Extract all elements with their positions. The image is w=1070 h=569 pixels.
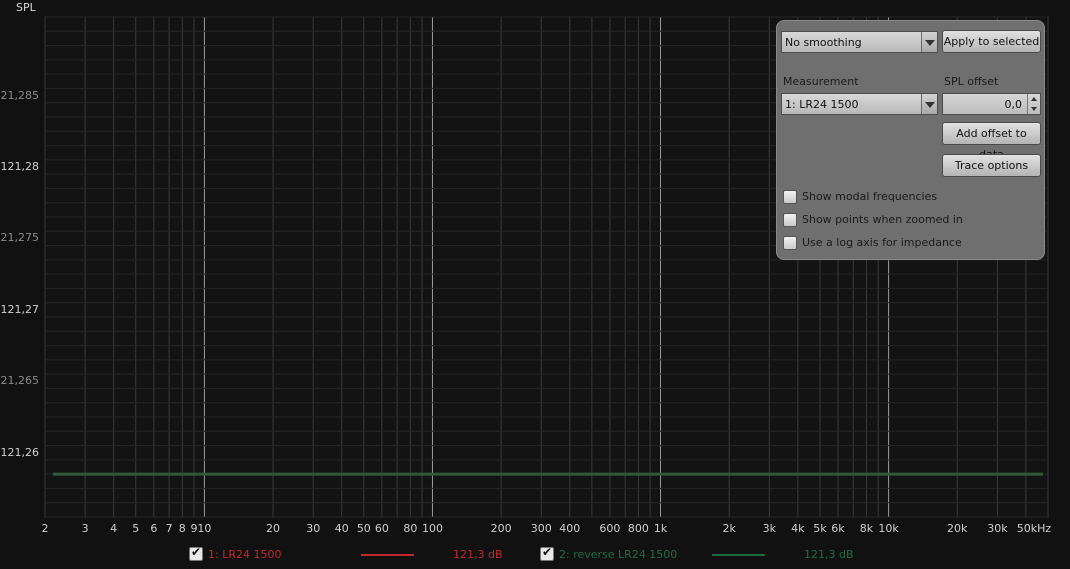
y-tick-label: 121,26 xyxy=(0,445,40,459)
y-tick-label: 121,28 xyxy=(0,160,40,173)
legend-value-1: 121,3 dB xyxy=(453,548,503,561)
x-tick-label: 80 xyxy=(403,522,418,535)
x-tick-label: 2 xyxy=(41,522,49,535)
spl-offset-value: 0,0 xyxy=(1004,98,1023,111)
legend-line-1 xyxy=(361,554,414,556)
x-tick-label: 9 xyxy=(190,522,198,535)
y-axis-title: SPL xyxy=(16,1,36,14)
y-tick-label: 21,285 xyxy=(0,88,40,102)
measurement-dropdown[interactable]: 1: LR24 1500 xyxy=(781,93,938,115)
x-tick-label: 3k xyxy=(762,522,777,535)
graph-controls-panel: No smoothing Apply to selected Measureme… xyxy=(776,20,1045,260)
x-tick-label: 100 xyxy=(421,522,443,535)
x-tick-label: 200 xyxy=(490,522,512,535)
x-tick-label: 8k xyxy=(859,522,874,535)
x-tick-label: 5 xyxy=(132,522,140,535)
show-modal-frequencies-checkbox[interactable] xyxy=(783,190,797,204)
legend-checkbox-1[interactable] xyxy=(189,545,203,561)
spl-offset-label: SPL offset xyxy=(944,75,999,88)
x-tick-label: 4 xyxy=(110,522,118,535)
x-tick-label: 3 xyxy=(81,522,89,535)
x-tick-label: 600 xyxy=(599,522,621,535)
trace-options-button[interactable]: Trace options xyxy=(942,154,1041,177)
legend-name-1: 1: LR24 1500 xyxy=(208,548,282,561)
smoothing-value: No smoothing xyxy=(785,36,862,49)
x-tick-label: 20k xyxy=(947,522,968,535)
legend-name-2: 2: reverse LR24 1500 xyxy=(559,548,678,561)
x-tick-label: 6k xyxy=(831,522,845,535)
x-tick-label: 6 xyxy=(150,522,158,535)
add-offset-button[interactable]: Add offset to data xyxy=(942,122,1041,161)
x-tick-label: 8 xyxy=(178,522,186,535)
x-tick-label: 10 xyxy=(197,522,212,535)
smoothing-dropdown[interactable]: No smoothing xyxy=(781,31,938,53)
x-tick-label: 4k xyxy=(791,522,805,535)
legend-line-2 xyxy=(712,554,765,556)
x-tick-label: 60 xyxy=(374,522,389,535)
y-tick-label: 21,275 xyxy=(0,231,40,245)
x-tick-label: 30 xyxy=(306,522,321,535)
y-tick-label: 21,265 xyxy=(0,374,40,388)
chevron-down-icon[interactable] xyxy=(921,94,937,114)
x-tick-label: 800 xyxy=(627,522,649,535)
legend-value-2: 121,3 dB xyxy=(804,548,854,561)
log-axis-impedance-label: Use a log axis for impedance xyxy=(802,236,962,249)
y-tick-label: 121,27 xyxy=(0,302,40,316)
measurement-value: 1: LR24 1500 xyxy=(785,98,859,111)
show-points-zoomed-checkbox[interactable] xyxy=(783,213,797,227)
x-tick-label: 40 xyxy=(334,522,349,535)
x-tick-label: 300 xyxy=(530,522,552,535)
x-tick-label: 5k xyxy=(813,522,827,535)
x-tick-label: 50kHz xyxy=(1016,522,1052,535)
spl-offset-spinner[interactable]: 0,0 xyxy=(942,93,1041,115)
x-tick-label: 20 xyxy=(266,522,281,535)
log-axis-impedance-checkbox[interactable] xyxy=(783,236,797,250)
spin-down-icon[interactable] xyxy=(1027,104,1040,114)
show-points-zoomed-label: Show points when zoomed in xyxy=(802,213,963,226)
x-tick-label: 50 xyxy=(356,522,371,535)
apply-to-selected-button[interactable]: Apply to selected xyxy=(942,30,1041,53)
x-tick-label: 1k xyxy=(653,522,668,535)
x-tick-label: 10k xyxy=(878,522,899,535)
spin-up-icon[interactable] xyxy=(1027,94,1040,104)
chevron-down-icon[interactable] xyxy=(921,32,937,52)
x-tick-label: 2k xyxy=(722,522,736,535)
x-tick-label: 30k xyxy=(987,522,1008,535)
x-tick-label: 400 xyxy=(559,522,581,535)
show-modal-frequencies-label: Show modal frequencies xyxy=(802,190,938,203)
x-tick-label: 7 xyxy=(165,522,173,535)
measurement-label: Measurement xyxy=(783,75,859,88)
legend-checkbox-2[interactable] xyxy=(540,545,554,561)
